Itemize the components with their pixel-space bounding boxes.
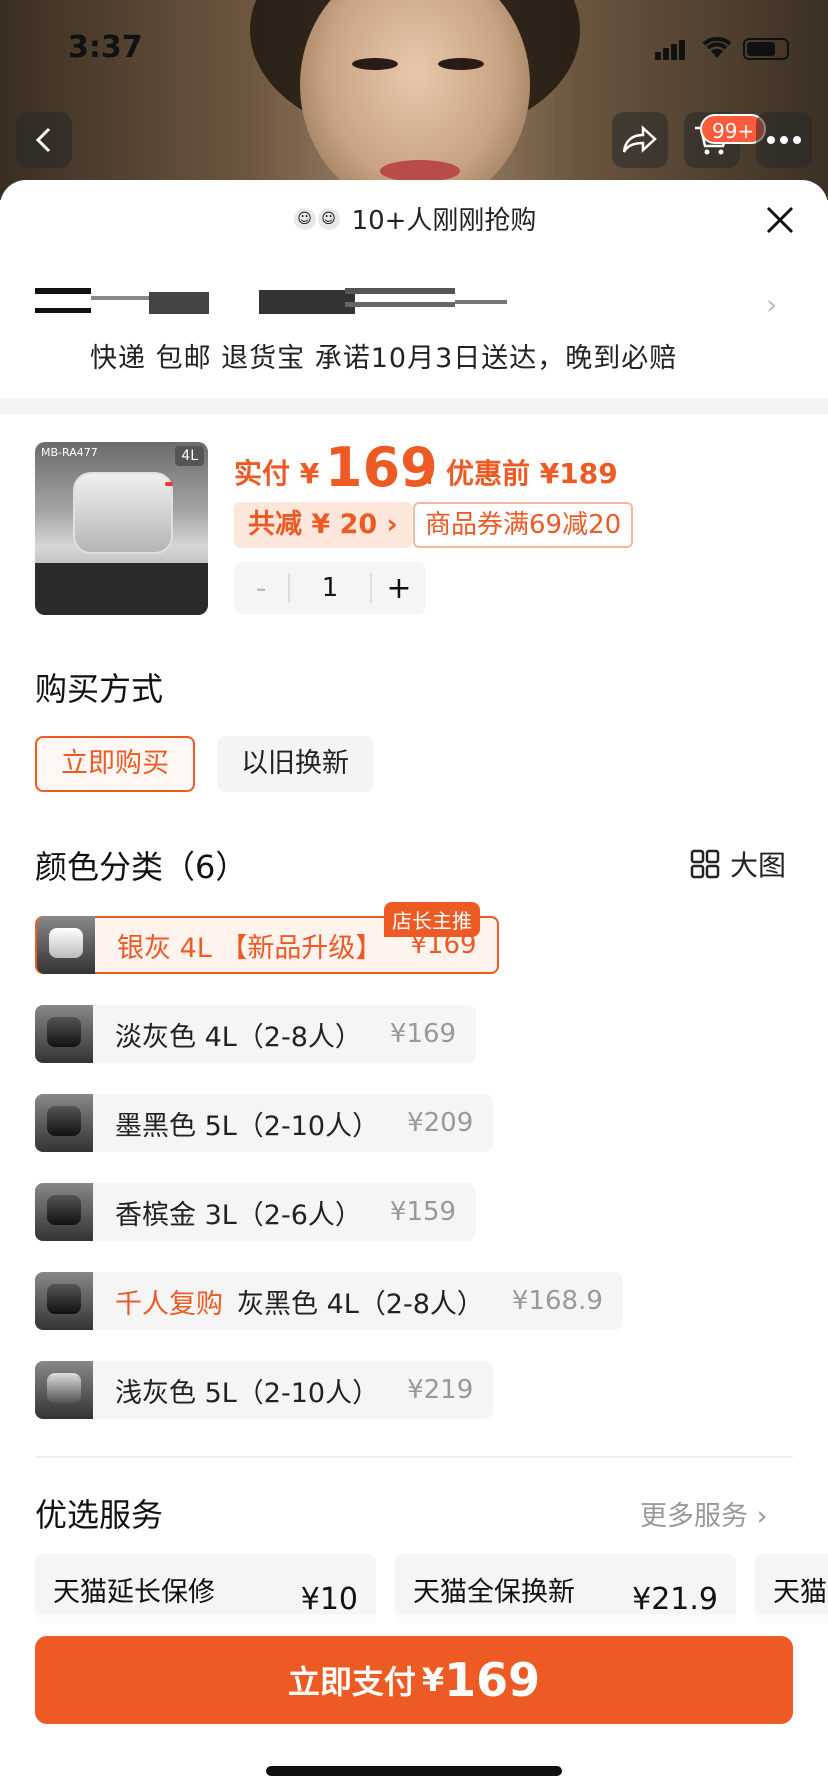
variant-thumbnail xyxy=(35,1183,93,1241)
wifi-icon xyxy=(702,36,732,58)
variant-name: 银灰 4L 【新品升级】 xyxy=(117,932,383,964)
shop-pick-badge: 店长主推 xyxy=(384,902,480,937)
service-name: 天猫延长保修 xyxy=(53,1577,215,1608)
coupon-tag[interactable]: 商品券满69减20 xyxy=(413,502,634,548)
pay-button-amount: 169 xyxy=(444,1653,541,1707)
section-divider xyxy=(0,398,828,414)
image-model-text: MB-RA477 xyxy=(41,446,98,459)
variant-thumbnail xyxy=(35,1272,93,1330)
service-price: ¥10 xyxy=(300,1582,358,1617)
price-separator xyxy=(428,458,431,484)
qty-plus-button[interactable]: + xyxy=(372,571,426,606)
variant-option[interactable]: 墨黑色 5L（2-10人） ¥209 xyxy=(35,1094,494,1152)
buy-now-option[interactable]: 立即购买 xyxy=(35,736,195,792)
variant-thumbnail xyxy=(35,1094,93,1152)
recent-buyers-text: 10+人刚刚抢购 xyxy=(351,206,537,236)
total-saving-tag[interactable]: 共减 ¥ 20 › xyxy=(234,502,412,548)
eye-right xyxy=(438,58,484,70)
battery-icon xyxy=(743,38,789,60)
variant-thumbnail xyxy=(35,1005,93,1063)
purchase-method-title: 购买方式 xyxy=(35,670,164,708)
share-icon xyxy=(622,125,657,153)
pay-button-currency: ¥ xyxy=(421,1661,445,1699)
variant-price: ¥209 xyxy=(407,1108,474,1138)
variant-option[interactable]: 香槟金 3L（2-6人） ¥159 xyxy=(35,1183,477,1241)
variant-thumbnail xyxy=(35,1361,93,1419)
service-name: 天猫全保换新 xyxy=(413,1577,575,1608)
delivery-info: 快递 包邮 退货宝 承诺10月3日送达，晚到必赔 xyxy=(90,343,678,374)
back-button[interactable] xyxy=(16,112,72,168)
big-view-toggle[interactable]: 大图 xyxy=(690,844,786,884)
variant-name: 灰黑色 4L（2-8人） xyxy=(237,1288,484,1320)
more-dots-icon xyxy=(767,136,801,144)
services-title: 优选服务 xyxy=(35,1496,164,1534)
status-time: 3:37 xyxy=(68,30,143,65)
variant-price: ¥168.9 xyxy=(511,1286,603,1316)
variant-name: 浅灰色 5L（2-10人） xyxy=(115,1377,380,1409)
buyer-avatar: ☺ xyxy=(291,205,318,232)
signal-icon xyxy=(655,40,687,60)
variant-price: ¥169 xyxy=(389,1019,457,1049)
service-price: ¥21.9 xyxy=(632,1582,718,1617)
home-indicator[interactable] xyxy=(266,1766,562,1776)
address-redacted[interactable] xyxy=(35,286,507,316)
eye-left xyxy=(352,58,398,70)
variant-option[interactable]: 淡灰色 4L（2-8人） ¥169 xyxy=(35,1005,477,1063)
variant-thumbnail xyxy=(37,916,95,974)
buyer-avatar: ☺ xyxy=(315,205,342,232)
product-image[interactable]: 4L MB-RA477 xyxy=(35,442,208,615)
variants-title: 颜色分类（6） xyxy=(35,848,248,886)
more-services-link[interactable]: 更多服务 › xyxy=(640,1494,767,1533)
grid-icon xyxy=(690,849,720,879)
image-capacity-tag: 4L xyxy=(175,446,204,466)
close-icon[interactable] xyxy=(760,200,800,240)
price-before-discount: 优惠前 ¥189 xyxy=(446,457,618,490)
variant-name: 墨黑色 5L（2-10人） xyxy=(115,1110,380,1142)
more-button[interactable] xyxy=(756,112,812,168)
recent-buyers-row: ☺ ☺ 10+人刚刚抢购 xyxy=(0,200,828,237)
chevron-left-icon xyxy=(35,127,51,153)
big-view-label: 大图 xyxy=(730,849,787,882)
address-chevron-icon[interactable]: › xyxy=(766,288,777,321)
variant-price: ¥219 xyxy=(407,1375,474,1405)
pay-amount: 169 xyxy=(325,436,438,499)
pay-now-button[interactable]: 立即支付 ¥ 169 xyxy=(35,1636,793,1724)
variant-price: ¥159 xyxy=(389,1197,457,1227)
trade-in-option[interactable]: 以旧换新 xyxy=(217,736,373,792)
qty-minus-button[interactable]: - xyxy=(234,571,288,606)
purchase-sheet xyxy=(0,180,828,1792)
repurchase-tag: 千人复购 xyxy=(115,1288,223,1320)
quantity-stepper: - 1 + xyxy=(234,562,426,614)
pay-label: 实付 ¥ xyxy=(234,457,320,490)
share-button[interactable] xyxy=(612,112,668,168)
pay-button-label: 立即支付 xyxy=(287,1663,416,1701)
lips xyxy=(380,160,460,182)
variant-option[interactable]: 浅灰色 5L（2-10人） ¥219 xyxy=(35,1361,494,1419)
service-name: 天猫 xyxy=(773,1577,827,1608)
variant-name: 香槟金 3L（2-6人） xyxy=(115,1199,362,1231)
variant-name: 淡灰色 4L（2-8人） xyxy=(115,1021,362,1053)
variant-option[interactable]: 千人复购 灰黑色 4L（2-8人） ¥168.9 xyxy=(35,1272,623,1330)
qty-value[interactable]: 1 xyxy=(288,573,372,603)
services-divider xyxy=(35,1456,793,1458)
